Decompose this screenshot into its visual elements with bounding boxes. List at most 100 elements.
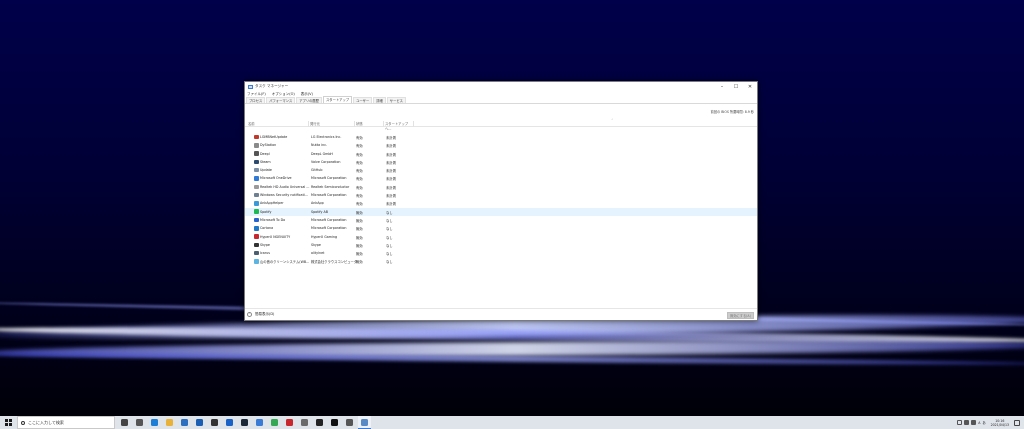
column-header-name[interactable]: 名前 xyxy=(247,121,309,127)
menu-file[interactable]: ファイル(F) xyxy=(247,92,266,97)
startup-impact-cell: 未計測 xyxy=(386,185,396,190)
publisher-cell: Realtek Semiconductor xyxy=(311,184,350,189)
minimize-button[interactable]: – xyxy=(715,82,729,91)
tab-app-history[interactable]: アプリの履歴 xyxy=(296,97,322,103)
app-name-cell: 山の音のクリーンシステム(WB... xyxy=(260,260,310,265)
search-placeholder: ここに入力して検索 xyxy=(28,419,64,425)
app-name-cell: Realtek HD Audio Universal ... xyxy=(260,184,310,189)
table-row[interactable]: Steam Valve Corporation 有効 未計測 xyxy=(245,158,757,166)
taskbar-glyph xyxy=(226,419,233,426)
app-icon xyxy=(254,259,259,264)
volume-icon[interactable] xyxy=(971,420,977,425)
startup-impact-cell: なし xyxy=(386,252,393,257)
fewer-details-button[interactable]: ˄ 簡易表示(D) xyxy=(247,312,274,317)
app-icon xyxy=(254,192,259,198)
chrome-icon[interactable] xyxy=(268,416,281,429)
ime-language[interactable]: あ xyxy=(982,420,985,425)
status-cell: 有効 xyxy=(356,169,363,174)
taskbar-glyph xyxy=(181,419,188,426)
startup-impact-cell: なし xyxy=(386,227,393,232)
taskbar-search[interactable]: ここに入力して検索 xyxy=(17,416,115,429)
close-button[interactable]: ✕ xyxy=(743,82,757,91)
app-icon xyxy=(254,226,259,231)
publisher-cell: Nutta inc. xyxy=(311,143,328,148)
publisher-cell: HyperX Gaming xyxy=(311,234,338,239)
table-row[interactable]: 山の音のクリーンシステム(WB... 株式会社クラウスコンピューター 無効 なし xyxy=(245,257,757,265)
column-header-publisher[interactable]: 発行元 xyxy=(309,121,355,127)
table-row[interactable]: DyStation Nutta inc. 有効 未計測 xyxy=(245,141,757,149)
outlook-icon[interactable] xyxy=(193,416,206,429)
status-cell: 有効 xyxy=(356,185,363,190)
photos-icon[interactable] xyxy=(253,416,266,429)
startup-impact-cell: 未計測 xyxy=(386,169,396,174)
app-icon-4[interactable] xyxy=(313,416,326,429)
app-name-cell: Skype xyxy=(260,242,270,247)
edge-icon[interactable] xyxy=(148,416,161,429)
startup-impact-cell: 未計測 xyxy=(386,177,396,182)
title-bar[interactable]: タスク マネージャー – ☐ ✕ xyxy=(245,82,757,91)
notification-center-icon[interactable] xyxy=(1014,419,1020,426)
table-row[interactable]: Realtek HD Audio Universal ... Realtek Se… xyxy=(245,183,757,191)
task-view-icon[interactable] xyxy=(118,416,131,429)
system-tray: A あ 10:16 2021/04/13 xyxy=(957,419,1024,427)
maximize-button[interactable]: ☐ xyxy=(729,82,743,91)
app-name-cell: Microsoft OneDrive xyxy=(260,176,292,181)
ime-mode[interactable]: A xyxy=(978,421,980,425)
app-name-cell: Deepl xyxy=(260,151,270,156)
app-name-cell: Microsoft To Do xyxy=(260,217,286,222)
menu-options[interactable]: オプション(O) xyxy=(272,92,295,97)
startup-impact-cell: 未計測 xyxy=(386,202,396,207)
table-row[interactable]: Update GitHub 有効 未計測 xyxy=(245,166,757,174)
tab-services[interactable]: サービス xyxy=(386,97,406,103)
table-row[interactable]: AnkAppHelper AnkApp 有効 未計測 xyxy=(245,199,757,207)
start-button[interactable] xyxy=(0,416,17,429)
status-cell: 無効 xyxy=(356,260,363,265)
window-title: タスク マネージャー xyxy=(255,84,289,88)
status-cell: 有効 xyxy=(356,194,363,199)
mail-icon[interactable] xyxy=(223,416,236,429)
app-icon xyxy=(254,234,259,239)
tab-performance[interactable]: パフォーマンス xyxy=(266,97,296,103)
taskbar-glyph xyxy=(316,419,323,426)
taskbar-glyph xyxy=(211,419,218,426)
tab-startup[interactable]: スタートアップ xyxy=(322,96,353,103)
app-icon xyxy=(254,151,259,156)
store-icon[interactable] xyxy=(178,416,191,429)
table-row[interactable]: Cortana Microsoft Corporation 無効 なし xyxy=(245,224,757,232)
table-row[interactable]: Windows Security notificati... Microsoft … xyxy=(245,191,757,199)
tray-overflow-icon[interactable] xyxy=(957,420,963,425)
app-icon xyxy=(254,143,259,148)
disable-button[interactable]: 無効にする(A) xyxy=(727,311,754,319)
task-manager-icon[interactable] xyxy=(358,416,371,429)
startup-impact-cell: なし xyxy=(386,210,393,215)
table-row[interactable]: LGMBNetUpdate LG Electronics Inc. 有効 未計測 xyxy=(245,133,757,141)
table-row[interactable]: HyperX NGENUITY HyperX Gaming 無効 なし xyxy=(245,233,757,241)
table-row[interactable]: Microsoft To Do Microsoft Corporation 無効 なし xyxy=(245,216,757,224)
tab-users[interactable]: ユーザー xyxy=(353,97,373,103)
app-icon-1[interactable] xyxy=(208,416,221,429)
settings-icon[interactable] xyxy=(343,416,356,429)
app-icon xyxy=(254,159,259,165)
table-row[interactable]: Spotify Spotify AB 無効 なし xyxy=(245,207,757,216)
startup-impact-cell: なし xyxy=(386,235,393,240)
table-row[interactable]: Deepl DeepL GmbH 有効 未計測 xyxy=(245,150,757,158)
cortana-icon[interactable] xyxy=(133,416,146,429)
menu-view[interactable]: 表示(V) xyxy=(301,92,313,97)
tab-processes[interactable]: プロセス xyxy=(246,97,266,103)
app-name-cell: Update xyxy=(260,168,272,173)
taskbar-glyph xyxy=(196,419,203,426)
steam-icon[interactable] xyxy=(238,416,251,429)
column-header-status[interactable]: 状態 xyxy=(355,121,384,127)
tab-details[interactable]: 詳細 xyxy=(373,97,386,103)
file-explorer-icon[interactable] xyxy=(163,416,176,429)
network-icon[interactable] xyxy=(964,420,970,425)
app-icon-2[interactable] xyxy=(283,416,296,429)
app-icon-3[interactable] xyxy=(298,416,311,429)
terminal-icon[interactable] xyxy=(328,416,341,429)
table-row[interactable]: Microsoft OneDrive Microsoft Corporation 有… xyxy=(245,174,757,182)
table-row[interactable]: Skype Skype 無効 なし xyxy=(245,241,757,249)
column-header-startup-impact[interactable]: スタートアップへ... xyxy=(384,121,414,131)
table-row[interactable]: Icarus olitylnet 無効 なし xyxy=(245,249,757,257)
status-cell: 無効 xyxy=(356,218,363,223)
clock[interactable]: 10:16 2021/04/13 xyxy=(991,419,1009,427)
